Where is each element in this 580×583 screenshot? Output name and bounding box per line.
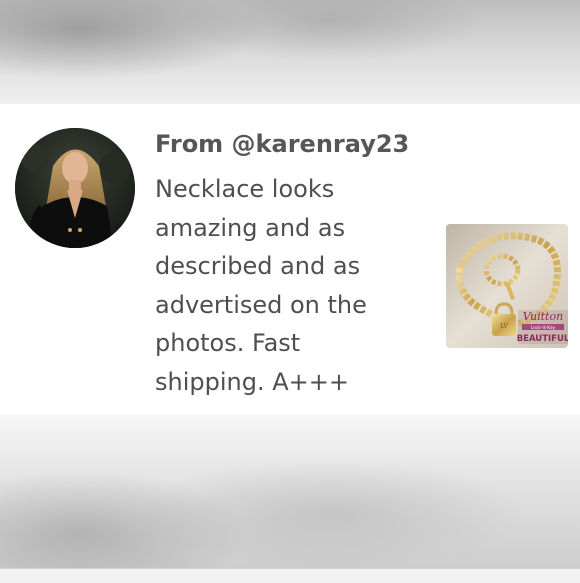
review-author-label[interactable]: From @karenray23	[155, 124, 409, 164]
blurred-background-top	[0, 0, 580, 104]
product-thumbnail[interactable]: LV Vuitton Lock-it-Key BEAUTIFUL	[446, 224, 568, 348]
tag-text: Lock-it-Key	[531, 325, 556, 331]
necklace-photo-icon: LV Vuitton Lock-it-Key BEAUTIFUL	[446, 224, 568, 348]
brand-text: Vuitton	[523, 310, 563, 323]
bottom-edge-strip	[0, 568, 580, 583]
caption-text: BEAUTIFUL	[517, 334, 568, 344]
blurred-background-bottom	[0, 414, 580, 583]
reviewer-avatar[interactable]	[15, 128, 135, 248]
review-body-text: Necklace looks amazing and as described …	[155, 175, 367, 396]
review-card: From @karenray23 Necklace looks amazing …	[0, 104, 580, 414]
truncated-text-line	[155, 406, 245, 414]
screenshot-page: From @karenray23 Necklace looks amazing …	[0, 0, 580, 583]
avatar-photo-icon	[15, 128, 135, 248]
svg-text:LV: LV	[500, 323, 508, 330]
